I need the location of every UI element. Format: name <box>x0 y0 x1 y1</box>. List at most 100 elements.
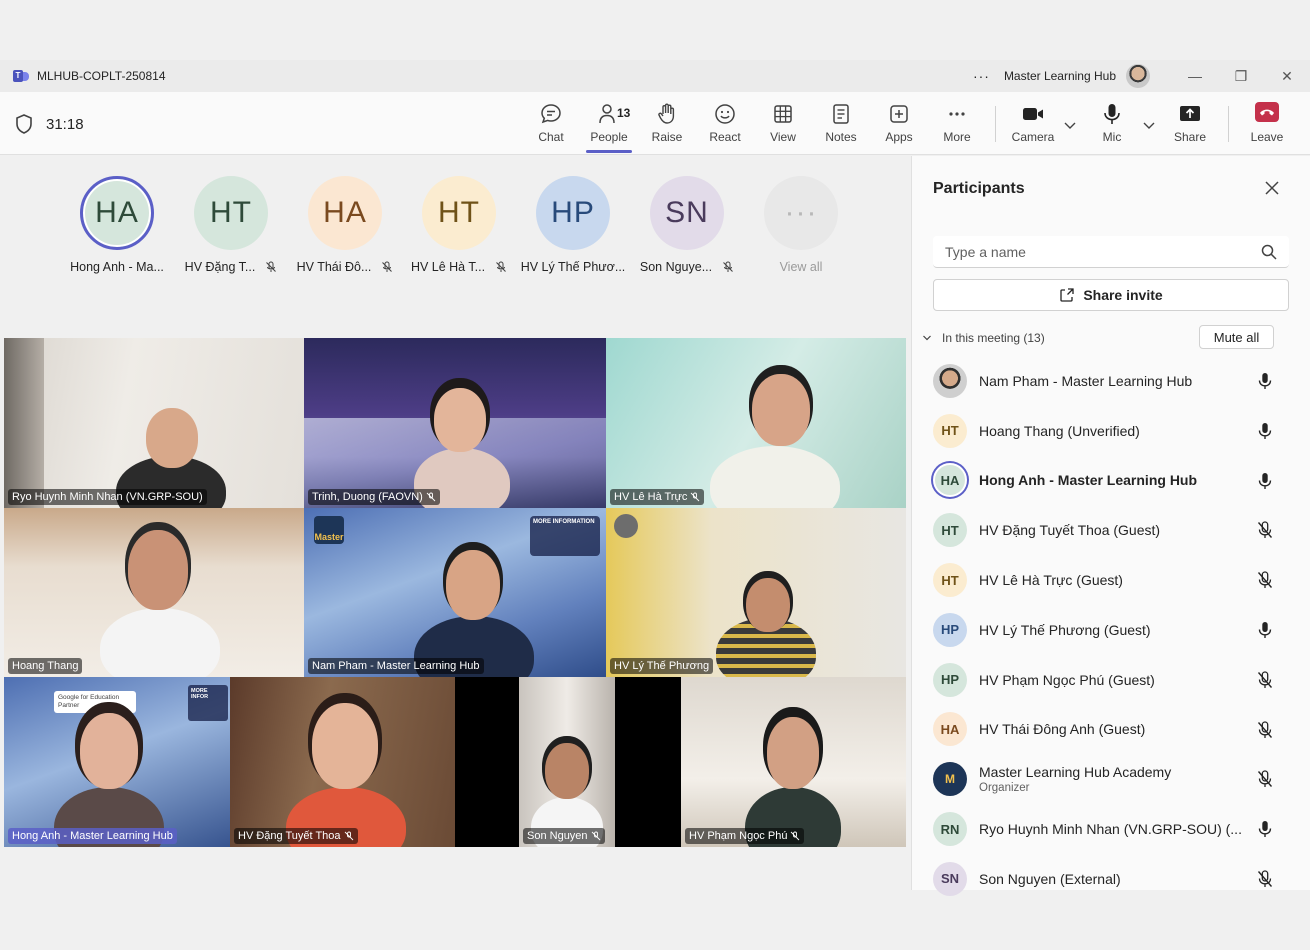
close-icon[interactable] <box>1264 180 1280 196</box>
mic-off-icon[interactable] <box>1257 870 1273 888</box>
share-button[interactable]: Share <box>1162 102 1218 144</box>
avatar-item[interactable]: HA Hong Anh - Ma... <box>60 176 174 274</box>
camera-button[interactable]: Camera <box>1005 102 1061 144</box>
shield-icon[interactable] <box>15 114 33 134</box>
avatar-item[interactable]: HA HV Thái Đô... <box>288 176 402 274</box>
avatar-label: Son Nguye... <box>640 260 734 274</box>
person-head <box>446 550 500 620</box>
mic-icon[interactable] <box>1257 820 1273 838</box>
mic-off-icon[interactable] <box>1257 671 1273 689</box>
participant-row[interactable]: M Master Learning Hub Academy Organizer <box>912 754 1310 804</box>
close-window-button[interactable]: ✕ <box>1264 60 1310 92</box>
participant-row[interactable]: HP HV Lý Thế Phương (Guest) <box>912 605 1310 655</box>
participant-row[interactable]: HA Hong Anh - Master Learning Hub <box>912 456 1310 506</box>
tile-name-badge: HV Lê Hà Trực <box>610 489 705 505</box>
participant-row[interactable]: HT Hoang Thang (Unverified) <box>912 406 1310 456</box>
avatar-item[interactable]: HT HV Đặng T... <box>174 176 288 274</box>
tile-name-badge: HV Đặng Tuyết Thoa <box>234 828 358 844</box>
participant-row[interactable]: HP HV Phạm Ngọc Phú (Guest) <box>912 655 1310 705</box>
people-button[interactable]: 13 People <box>581 102 637 153</box>
mic-options-chevron-icon[interactable] <box>1142 118 1156 132</box>
participant-role: Organizer <box>979 782 1030 795</box>
chat-button[interactable]: Chat <box>523 102 579 144</box>
mic-off-icon[interactable] <box>1257 571 1273 589</box>
avatar-item[interactable]: HT HV Lê Hà T... <box>402 176 516 274</box>
avatar-item[interactable]: SN Son Nguye... <box>630 176 744 274</box>
leave-button[interactable]: Leave <box>1244 102 1290 144</box>
video-tile[interactable]: Son Nguyen <box>455 677 681 847</box>
more-label: More <box>943 130 971 144</box>
mic-off-icon[interactable] <box>1257 521 1273 539</box>
participant-name: HV Lý Thế Phương (Guest) <box>979 621 1151 638</box>
react-button[interactable]: React <box>697 102 753 144</box>
participant-search[interactable] <box>933 236 1289 268</box>
tile-name: Hong Anh - Master Learning Hub <box>12 830 173 842</box>
tile-name-badge: HV Lý Thế Phương <box>610 658 714 674</box>
avatar-item[interactable]: HP HV Lý Thế Phươ... <box>516 176 630 274</box>
notes-icon <box>833 104 849 124</box>
video-tile[interactable]: Google for Education Partner MORE INFOR H… <box>4 677 230 847</box>
video-tile[interactable]: HV Lý Thế Phương <box>606 508 906 677</box>
avatar-circle: HA <box>80 176 154 250</box>
mic-icon <box>1104 104 1120 124</box>
participant-row[interactable]: RN Ryo Huynh Minh Nhan (VN.GRP-SOU) (... <box>912 804 1310 854</box>
mic-icon[interactable] <box>1257 472 1273 490</box>
participant-avatar: HT <box>933 413 967 448</box>
chat-label: Chat <box>538 130 564 144</box>
participant-row[interactable]: HA HV Thái Đông Anh (Guest) <box>912 705 1310 755</box>
search-input[interactable] <box>945 243 1245 260</box>
share-label: Share <box>1173 130 1207 144</box>
video-tile[interactable]: HV Phạm Ngọc Phú <box>681 677 906 847</box>
raise-hand-button[interactable]: Raise <box>639 102 695 144</box>
tile-name-badge: Hong Anh - Master Learning Hub <box>8 828 177 844</box>
participants-panel: Participants Share invite In this meetin… <box>911 156 1310 896</box>
participant-row[interactable]: Nam Pham - Master Learning Hub <box>912 356 1310 406</box>
mic-icon[interactable] <box>1257 372 1273 390</box>
mic-off-icon <box>426 492 436 502</box>
more-button[interactable]: More <box>929 102 985 144</box>
video-tile[interactable]: HV Đặng Tuyết Thoa <box>230 677 455 847</box>
mic-icon[interactable] <box>1257 422 1273 440</box>
video-tile[interactable]: Master MORE INFORMATION Nam Pham - Maste… <box>304 508 606 677</box>
avatar-label: Hong Anh - Ma... <box>70 260 164 274</box>
notes-button[interactable]: Notes <box>813 102 869 144</box>
tile-name: HV Lý Thế Phương <box>614 660 710 672</box>
share-invite-icon <box>1060 288 1074 302</box>
more-options-icon[interactable]: ··· <box>973 68 990 84</box>
tile-name-badge: HV Phạm Ngọc Phú <box>685 828 805 844</box>
apps-button[interactable]: Apps <box>871 102 927 144</box>
participant-avatar: HT <box>933 563 967 598</box>
info-card: MORE INFORMATION <box>530 516 600 556</box>
person-head <box>746 578 790 632</box>
meeting-toolbar: 31:18 Chat 13 People Raise React View No… <box>0 92 1310 155</box>
person-head <box>80 713 138 789</box>
video-tile[interactable]: Ryo Huynh Minh Nhan (VN.GRP-SOU) <box>4 338 304 508</box>
participant-row[interactable]: SN Son Nguyen (External) <box>912 854 1310 904</box>
participant-row[interactable]: HT HV Đặng Tuyết Thoa (Guest) <box>912 505 1310 555</box>
tile-name: Ryo Huynh Minh Nhan (VN.GRP-SOU) <box>12 491 203 503</box>
hand-icon <box>658 103 675 124</box>
mic-icon[interactable] <box>1257 621 1273 639</box>
minimize-button[interactable]: — <box>1172 60 1218 92</box>
plus-icon <box>890 105 908 123</box>
tile-name: Hoang Thang <box>12 660 79 672</box>
tile-name: Trinh, Duong (FAOVN) <box>312 491 423 503</box>
camera-options-chevron-icon[interactable] <box>1063 118 1077 132</box>
video-tile[interactable]: HV Lê Hà Trực <box>606 338 906 508</box>
video-tile[interactable]: Trinh, Duong (FAOVN) <box>304 338 606 508</box>
mute-all-button[interactable]: Mute all <box>1199 325 1274 349</box>
user-avatar[interactable] <box>1126 64 1150 88</box>
mic-off-icon[interactable] <box>1257 720 1273 739</box>
view-all-button[interactable]: ··· View all <box>744 176 858 274</box>
share-invite-button[interactable]: Share invite <box>933 279 1289 311</box>
avatar-label: HV Lý Thế Phươ... <box>521 260 626 274</box>
mic-button[interactable]: Mic <box>1084 102 1140 144</box>
video-tile[interactable]: Hoang Thang <box>4 508 304 677</box>
view-button[interactable]: View <box>755 102 811 144</box>
view-all-label: View all <box>779 260 823 274</box>
mic-off-icon <box>382 261 393 272</box>
participant-name: Hoang Thang (Unverified) <box>979 422 1140 439</box>
participant-row[interactable]: HT HV Lê Hà Trực (Guest) <box>912 555 1310 605</box>
mic-off-icon[interactable] <box>1257 770 1273 788</box>
restore-button[interactable]: ❐ <box>1218 60 1264 92</box>
